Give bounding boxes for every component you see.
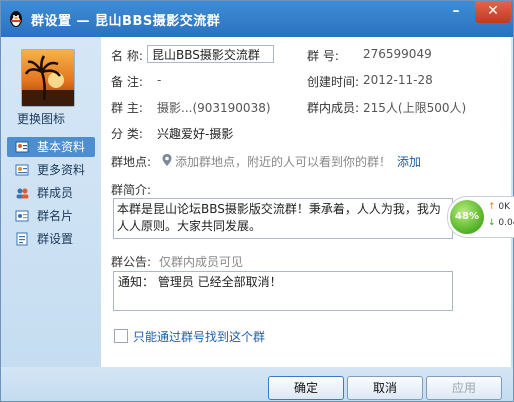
more-info-icon [15,164,29,176]
network-usage-circle: 48% [450,200,484,234]
change-icon-link[interactable]: 更换图标 [17,110,81,127]
sidebar-item-label: 群设置 [37,232,74,246]
download-speed: ↓ 0.04K [488,218,514,228]
apply-button[interactable]: 应用 [426,376,502,400]
sidebar-item-basic-info[interactable]: 基本资料 [7,137,95,157]
location-label: 群地点: [111,155,152,169]
ok-button[interactable]: 确定 [268,376,344,400]
sidebar: 更换图标 基本资料 更多资料 群成员 群名片 群设置 [1,37,101,367]
settings-icon [16,232,28,246]
add-location-link[interactable]: 添加 [397,153,421,170]
intro-label: 群简介: [111,183,152,197]
upload-speed: ↑ 0K [488,202,510,212]
close-button[interactable]: ✕ [475,1,511,23]
sidebar-item-label: 基本资料 [37,140,86,154]
search-only-label[interactable]: 只能通过群号找到这个群 [133,328,265,345]
qq-penguin-icon [10,11,22,27]
title-bar[interactable]: 群设置 — 昆山BBS摄影交流群 – ✕ [1,1,513,37]
upload-speed-value: 0K [498,202,511,212]
sidebar-item-group-card[interactable]: 群名片 [7,206,95,226]
notice-visibility: 仅群内成员可见 [159,255,244,269]
upload-arrow-icon: ↑ [488,202,496,212]
owner-label: 群 主: [111,101,143,115]
sidebar-item-label: 更多资料 [37,163,86,177]
search-only-checkbox[interactable] [114,329,128,343]
members-label: 群内成员: [307,101,360,115]
name-card-icon [15,210,29,222]
network-speed-badge[interactable]: 48% ↑ 0K ↓ 0.04K [447,196,514,238]
download-arrow-icon: ↓ [488,218,496,228]
close-icon: ✕ [487,3,499,19]
palm-sunset-icon [22,55,74,106]
sidebar-item-label: 群成员 [37,186,74,200]
minimize-button[interactable]: – [439,1,473,23]
location-placeholder: 添加群地点，附近的人可以看到你的群！ [175,155,392,169]
created-value: 2012-11-28 [363,73,433,87]
remark-value[interactable]: - [157,73,161,87]
members-value: 215人(上限500人) [363,101,467,115]
group-notice-textarea[interactable]: 通知： 管理员 已经全部取消！ [113,271,453,311]
sidebar-item-more-info[interactable]: 更多资料 [7,160,95,180]
notice-label: 群公告: [111,255,152,269]
group-number-value: 276599049 [363,47,432,61]
category-value: 兴趣爱好-摄影 [157,127,234,141]
button-bar: 确定 取消 应用 [1,367,513,401]
group-number-label: 群 号: [307,49,339,63]
owner-value: 摄影...(903190038) [157,101,271,115]
window-title: 群设置 — 昆山BBS摄影交流群 [31,14,221,29]
download-speed-value: 0.04K [498,218,514,228]
cancel-button[interactable]: 取消 [347,376,423,400]
profile-card-icon [15,141,29,153]
sidebar-item-label: 群名片 [37,209,74,223]
minimize-icon: – [452,3,460,19]
group-avatar[interactable] [21,49,75,107]
name-label: 名 称: [111,49,143,63]
group-name-field[interactable]: 昆山BBS摄影交流群 [147,45,274,63]
group-intro-textarea[interactable]: 本群是昆山论坛BBS摄影版交流群！秉承着，人人为我，我为人人原则。大家共同发展。 [113,198,453,239]
sidebar-item-group-settings[interactable]: 群设置 [7,229,95,249]
created-label: 创建时间: [307,75,360,89]
group-settings-window: 群设置 — 昆山BBS摄影交流群 – ✕ 更换图标 基本资料 更多资料 群成员 [0,0,514,402]
basic-info-panel: 名 称: 昆山BBS摄影交流群 群 号: 276599049 备 注: - 创建… [101,37,511,367]
remark-label: 备 注: [111,75,143,89]
category-label: 分 类: [111,127,143,141]
sidebar-item-members[interactable]: 群成员 [7,183,95,203]
location-pin-icon [162,154,172,166]
members-icon [16,188,29,199]
